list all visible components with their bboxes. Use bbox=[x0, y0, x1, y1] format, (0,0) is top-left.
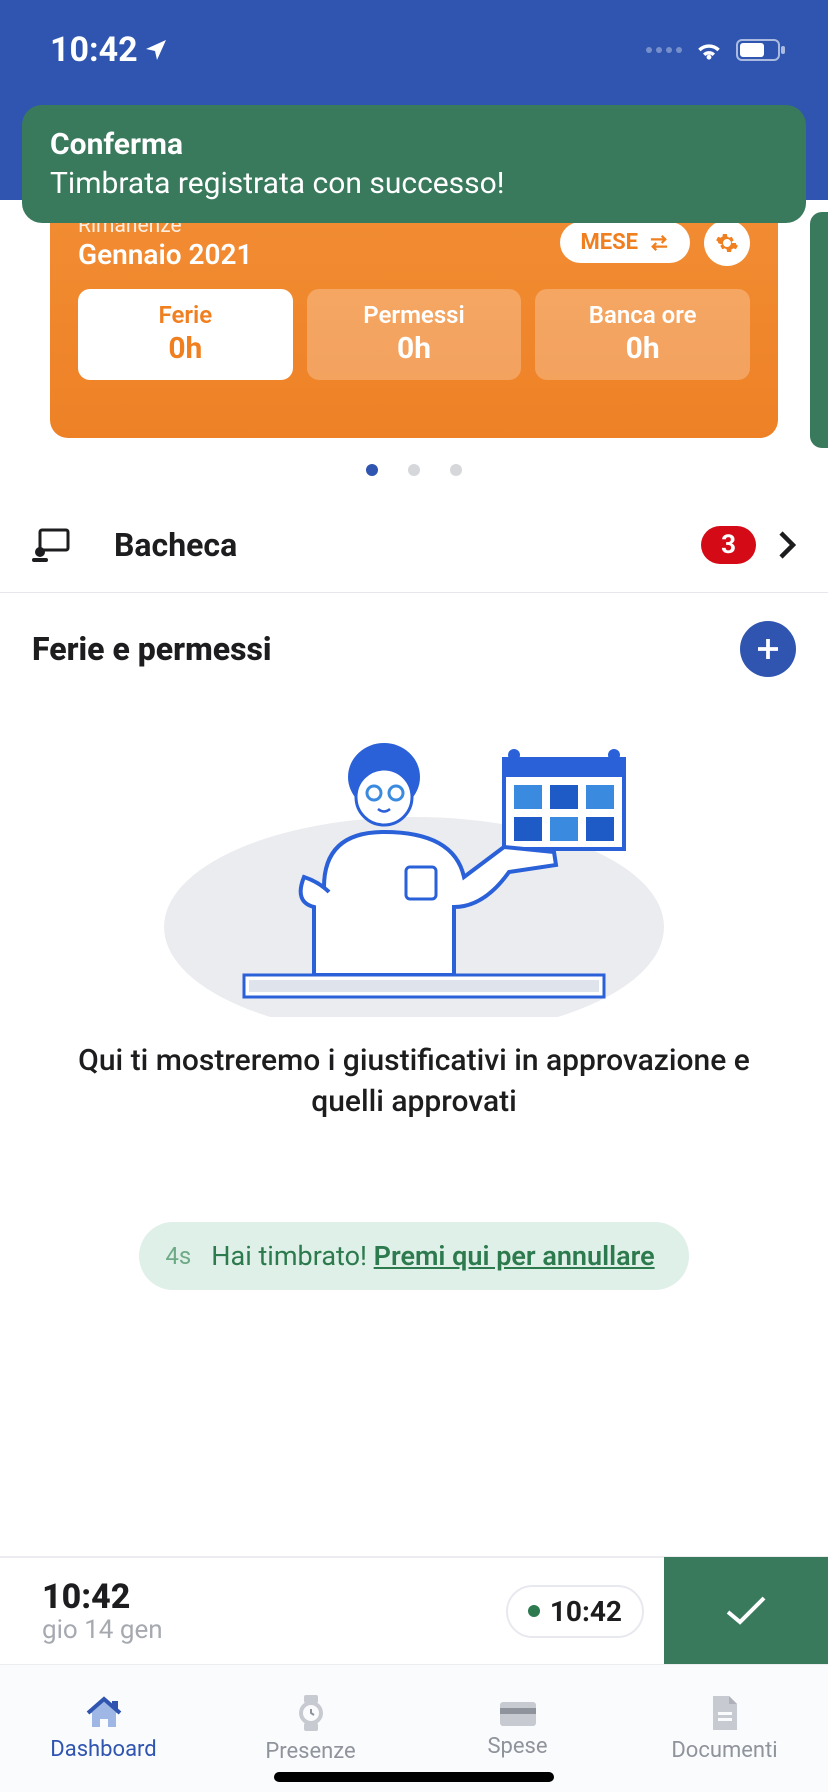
balances-card: Rimanenze Gennaio 2021 MESE Ferie 0h bbox=[50, 190, 778, 438]
period-toggle[interactable]: MESE bbox=[560, 222, 690, 263]
bacheca-badge: 3 bbox=[701, 526, 756, 564]
clock-time: 10:42 bbox=[42, 1577, 506, 1617]
status-time-text: 10:42 bbox=[50, 30, 138, 70]
tab-documenti[interactable]: Documenti bbox=[621, 1665, 828, 1792]
watch-icon bbox=[294, 1693, 328, 1733]
board-icon bbox=[32, 528, 70, 562]
toast-title: Conferma bbox=[50, 127, 778, 162]
undo-link[interactable]: Premi qui per annullare bbox=[374, 1240, 655, 1272]
check-icon bbox=[724, 1594, 768, 1628]
period-toggle-label: MESE bbox=[580, 230, 638, 255]
clock-date: gio 14 gen bbox=[42, 1615, 506, 1645]
tab-label: Banca ore bbox=[535, 301, 750, 329]
tab-label: Dashboard bbox=[50, 1737, 156, 1762]
settings-button[interactable] bbox=[704, 220, 750, 266]
tab-value: 0h bbox=[535, 331, 750, 366]
status-time: 10:42 bbox=[50, 30, 168, 70]
status-dot-icon bbox=[528, 1605, 540, 1617]
dot-2[interactable] bbox=[408, 464, 420, 476]
card-icon bbox=[498, 1698, 538, 1728]
undo-prefix: Hai timbrato! bbox=[211, 1240, 373, 1272]
home-indicator[interactable] bbox=[274, 1772, 554, 1782]
dot-3[interactable] bbox=[450, 464, 462, 476]
add-button[interactable] bbox=[740, 621, 796, 677]
tab-ferie[interactable]: Ferie 0h bbox=[78, 289, 293, 380]
status-icons bbox=[646, 38, 788, 62]
page-dots bbox=[0, 438, 828, 508]
undo-text: Hai timbrato! Premi qui per annullare bbox=[211, 1240, 654, 1272]
tab-value: 0h bbox=[307, 331, 522, 366]
tab-banca-ore[interactable]: Banca ore 0h bbox=[535, 289, 750, 380]
home-icon bbox=[84, 1695, 124, 1731]
swap-icon bbox=[648, 234, 670, 252]
undo-pill[interactable]: 4s Hai timbrato! Premi qui per annullare bbox=[139, 1222, 688, 1290]
tab-label: Spese bbox=[487, 1734, 547, 1759]
next-card-peek[interactable] bbox=[810, 212, 828, 448]
bacheca-title: Bacheca bbox=[114, 526, 237, 564]
balances-month: Gennaio 2021 bbox=[78, 238, 253, 271]
empty-caption: Qui ti mostreremo i giustificativi in ap… bbox=[60, 1041, 768, 1122]
plus-icon bbox=[753, 634, 783, 664]
ferie-permessi-title: Ferie e permessi bbox=[32, 630, 272, 668]
clock-bar: 10:42 gio 14 gen 10:42 bbox=[0, 1556, 828, 1664]
signal-icon bbox=[646, 47, 682, 53]
chevron-right-icon bbox=[778, 530, 796, 560]
tab-dashboard[interactable]: Dashboard bbox=[0, 1665, 207, 1792]
battery-icon bbox=[736, 38, 788, 62]
document-icon bbox=[709, 1694, 741, 1732]
tab-label: Ferie bbox=[78, 301, 293, 329]
tab-label: Permessi bbox=[307, 301, 522, 329]
tab-label: Documenti bbox=[671, 1738, 777, 1763]
tab-value: 0h bbox=[78, 331, 293, 366]
dot-1[interactable] bbox=[366, 464, 378, 476]
location-icon bbox=[144, 38, 168, 62]
toast-success[interactable]: Conferma Timbrata registrata con success… bbox=[22, 105, 806, 223]
toast-subtitle: Timbrata registrata con successo! bbox=[50, 166, 778, 201]
gear-icon bbox=[715, 231, 739, 255]
empty-illustration bbox=[154, 737, 674, 1021]
bacheca-row[interactable]: Bacheca 3 bbox=[0, 508, 828, 593]
tab-label: Presenze bbox=[265, 1739, 355, 1764]
wifi-icon bbox=[694, 38, 724, 62]
confirm-clock-button[interactable] bbox=[664, 1557, 828, 1665]
status-bar: 10:42 bbox=[0, 0, 828, 100]
clock-chip-text: 10:42 bbox=[550, 1595, 622, 1628]
tab-permessi[interactable]: Permessi 0h bbox=[307, 289, 522, 380]
undo-ago: 4s bbox=[165, 1242, 191, 1270]
clock-chip[interactable]: 10:42 bbox=[506, 1585, 644, 1638]
